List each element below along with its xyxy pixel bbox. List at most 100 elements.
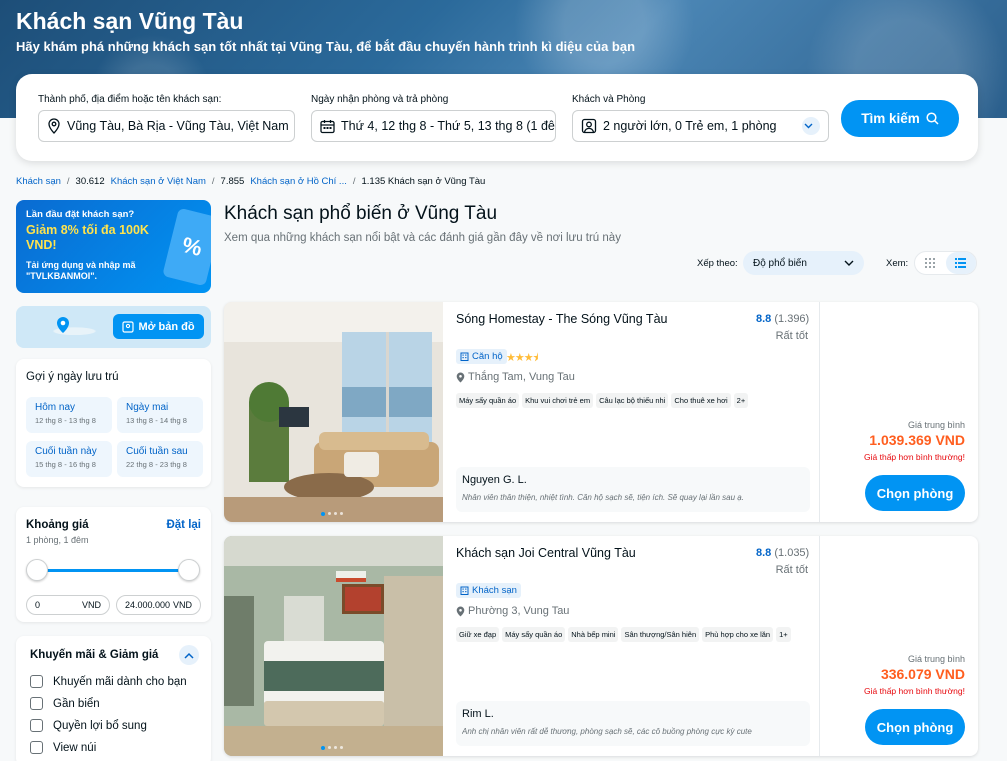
star-rating: ★★★⯨	[506, 352, 538, 364]
amenity-tag: Nhà bếp mini	[568, 627, 619, 642]
hotel-rating: 8.8 (1.396)	[756, 313, 809, 325]
promo-banner[interactable]: Lần đầu đặt khách sạn? Giảm 8% tối đa 10…	[16, 200, 211, 293]
property-type-badge: Căn hộ	[456, 349, 507, 364]
view-label: Xem:	[886, 258, 909, 269]
price-min-input[interactable]: 0 VND	[26, 595, 110, 615]
price-min-value: 0	[35, 600, 41, 610]
hotel-card[interactable]: Sóng Homestay - The Sóng Vũng Tàu 8.8 (1…	[224, 302, 978, 522]
property-type-badge: Khách sạn	[456, 583, 521, 598]
date-chip-tomorrow[interactable]: Ngày mai 13 thg 8 - 14 thg 8	[117, 397, 203, 433]
price-slider-track[interactable]	[36, 569, 189, 572]
open-map-button[interactable]: Mở bản đồ	[113, 314, 204, 339]
hotel-price: 336.079 VND	[880, 666, 965, 682]
reviewer-name: Rim L.	[462, 708, 494, 720]
amenity-more[interactable]: 1+	[776, 627, 791, 642]
price-column: Giá trung bình 1.039.369 VND Giá thấp hơ…	[815, 302, 965, 522]
date-chip-today[interactable]: Hôm nay 12 thg 8 - 13 thg 8	[26, 397, 112, 433]
price-slider-max-handle[interactable]	[178, 559, 200, 581]
breadcrumb-vietnam[interactable]: Khách sạn ở Việt Nam	[111, 176, 206, 187]
hotel-photo[interactable]	[224, 302, 443, 522]
amenity-tags: Giữ xe đạp Máy sấy quần áo Nhà bếp mini …	[456, 627, 791, 642]
price-max-value: 24.000.000	[125, 600, 171, 610]
guests-icon	[581, 118, 597, 134]
dates-label: Ngày nhận phòng và trả phòng	[311, 94, 449, 105]
date-chip-this-weekend[interactable]: Cuối tuần này 15 thg 8 - 16 thg 8	[26, 441, 112, 477]
destination-value: Vũng Tàu, Bà Rịa - Vũng Tàu, Việt Nam	[67, 119, 289, 133]
hotel-photo-image	[224, 536, 443, 756]
guests-input[interactable]: 2 người lớn, 0 Trẻ em, 1 phòng	[572, 110, 829, 142]
hotel-name[interactable]: Sóng Homestay - The Sóng Vũng Tàu	[456, 312, 667, 326]
amenity-tag: Sân thượng/Sân hiên	[621, 627, 700, 642]
guests-field: Khách và Phòng 2 người lớn, 0 Trẻ em, 1 …	[572, 94, 829, 142]
hotel-card[interactable]: Khách sạn Joi Central Vũng Tàu 8.8 (1.03…	[224, 536, 978, 756]
breadcrumb-separator: /	[211, 176, 215, 187]
photo-carousel-dots[interactable]	[321, 512, 343, 516]
review-snippet: Rim L. Anh chị nhân viên rất dễ thương, …	[456, 701, 810, 746]
building-icon	[460, 586, 469, 595]
choose-room-button[interactable]: Chọn phòng	[865, 475, 965, 511]
location-pin-icon	[456, 606, 465, 616]
calendar-icon	[320, 119, 335, 133]
property-type: Căn hộ	[472, 351, 503, 362]
rating-count: (1.035)	[774, 547, 810, 559]
rating-label: Rất tốt	[775, 330, 808, 342]
open-map-label: Mở bản đồ	[138, 320, 195, 333]
results-title: Khách sạn phổ biến ở Vũng Tàu	[224, 203, 498, 224]
sort-select[interactable]: Độ phổ biến	[743, 251, 864, 275]
price-slider-min-handle[interactable]	[26, 559, 48, 581]
filter-option[interactable]: Quyền lợi bổ sung	[30, 719, 147, 732]
checkbox[interactable]	[30, 741, 43, 754]
coupon-icon: %	[162, 207, 211, 287]
sort-label: Xếp theo:	[697, 258, 738, 269]
property-type: Khách sạn	[472, 585, 517, 596]
rating-score: 8.8	[756, 313, 772, 325]
price-min-currency: VND	[81, 600, 101, 610]
checkbox[interactable]	[30, 719, 43, 732]
filter-option[interactable]: View núi	[30, 741, 96, 754]
date-chip-range: 22 thg 8 - 23 thg 8	[126, 460, 187, 469]
map-preview[interactable]: Mở bản đồ	[16, 306, 211, 348]
destination-label: Thành phố, địa điểm hoặc tên khách sạn:	[38, 94, 222, 105]
grid-icon	[925, 258, 936, 268]
price-note: Giá thấp hơn bình thường!	[864, 452, 965, 462]
photo-carousel-dots[interactable]	[321, 746, 343, 750]
choose-room-button[interactable]: Chọn phòng	[865, 709, 965, 745]
amenity-tag: Khu vui chơi trẻ em	[522, 393, 594, 408]
search-icon	[926, 112, 939, 125]
price-reset-link[interactable]: Đặt lại	[166, 519, 201, 531]
breadcrumb-count: 7.855	[220, 176, 245, 187]
chevron-down-icon[interactable]	[802, 117, 820, 135]
hotel-location: Thắng Tam, Vung Tau	[456, 371, 575, 383]
amenity-tag: Câu lạc bộ thiếu nhi	[596, 393, 669, 408]
destination-input[interactable]: Vũng Tàu, Bà Rịa - Vũng Tàu, Việt Nam	[38, 110, 295, 142]
hotel-photo[interactable]	[224, 536, 443, 756]
filter-option[interactable]: Khuyến mãi dành cho bạn	[30, 675, 187, 688]
chevron-up-icon[interactable]	[179, 645, 199, 665]
map-pin-icon	[57, 317, 69, 333]
date-chip-next-weekend[interactable]: Cuối tuần sau 22 thg 8 - 23 thg 8	[117, 441, 203, 477]
promotion-filter-title: Khuyến mãi & Giảm giá	[30, 649, 159, 661]
location-text: Phường 3, Vung Tau	[468, 605, 570, 617]
breadcrumb-count: 30.612	[75, 176, 105, 187]
hotel-photo-image	[224, 302, 443, 522]
grid-view-button[interactable]	[915, 252, 946, 274]
location-pin-icon	[48, 118, 60, 134]
breadcrumb-hotels[interactable]: Khách sạn	[16, 176, 61, 187]
price-max-input[interactable]: 24.000.000 VND	[116, 595, 201, 615]
filter-option-label: Khuyến mãi dành cho bạn	[53, 675, 187, 688]
breadcrumb-hcm[interactable]: Khách sạn ở Hồ Chí ...	[250, 176, 347, 187]
price-note: Giá thấp hơn bình thường!	[864, 686, 965, 696]
price-max-currency: VND	[172, 600, 192, 610]
checkbox[interactable]	[30, 675, 43, 688]
dates-value: Thứ 4, 12 thg 8 - Thứ 5, 13 thg 8 (1 đêm	[341, 119, 556, 133]
hotel-name[interactable]: Khách sạn Joi Central Vũng Tàu	[456, 546, 636, 560]
search-form: Thành phố, địa điểm hoặc tên khách sạn: …	[16, 74, 978, 161]
filter-option[interactable]: Gần biển	[30, 697, 100, 710]
search-button[interactable]: Tìm kiếm	[841, 100, 959, 137]
amenity-more[interactable]: 2+	[733, 393, 749, 408]
checkbox[interactable]	[30, 697, 43, 710]
dates-input[interactable]: Thứ 4, 12 thg 8 - Thứ 5, 13 thg 8 (1 đêm	[311, 110, 556, 142]
view-toggle	[914, 251, 977, 275]
promo-code-text: Tải ứng dụng và nhập mã "TVLKBANMOI".	[26, 260, 136, 281]
list-view-button[interactable]	[945, 252, 976, 274]
